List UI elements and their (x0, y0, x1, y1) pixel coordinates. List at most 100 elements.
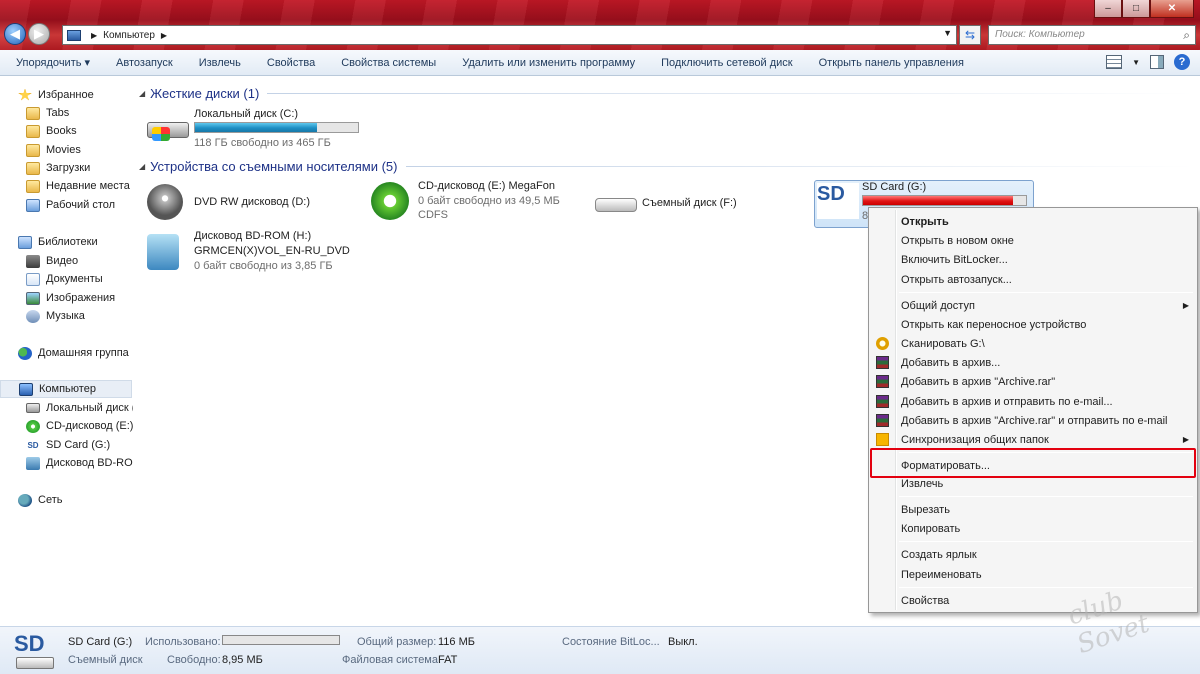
folder-icon (26, 143, 40, 157)
sidebar-item-label: Компьютер (39, 383, 96, 395)
menu-item-add-to-archive-rar-email[interactable]: Добавить в архив "Archive.rar" и отправи… (871, 411, 1195, 430)
toolbar-control-panel-button[interactable]: Открыть панель управления (806, 57, 977, 69)
details-pane: SD SD Card (G:) Съемный диск Использован… (0, 626, 1200, 674)
menu-item-scan-drive[interactable]: Сканировать G:\ (871, 334, 1195, 353)
drive-name: DVD RW дисковод (D:) (194, 196, 310, 208)
toolbar-organize-button[interactable]: Упорядочить ▾ (0, 56, 103, 69)
sidebar-item-label: Избранное (38, 89, 94, 101)
menu-item-enable-bitlocker[interactable]: Включить BitLocker... (871, 250, 1195, 269)
toolbar-eject-button[interactable]: Извлечь (186, 57, 254, 69)
preview-pane-icon[interactable] (1150, 55, 1164, 69)
menu-item-label: Открыть в новом окне (901, 234, 1014, 247)
submenu-arrow-icon: ▶ (1182, 301, 1189, 310)
drive-name: SD Card (G:) (862, 181, 927, 193)
menu-item-label: Копировать (901, 522, 961, 535)
menu-item-open-as-portable-device[interactable]: Открыть как переносное устройство (871, 315, 1195, 334)
details-free-value: 8,95 МБ (222, 654, 263, 666)
title-bar: – □ ✕ ◀ ▶ ▶ Компьютер ▶ ▼ ⇆ Поиск: Компь… (0, 0, 1200, 50)
sidebar-item-label: Домашняя группа (38, 347, 129, 359)
search-input[interactable]: Поиск: Компьютер ⌕ (988, 25, 1196, 45)
toolbar-autoplay-button[interactable]: Автозапуск (103, 57, 186, 69)
sidebar-item-label: Видео (46, 255, 79, 267)
drive-e[interactable]: CD-дисковод (E:) MegaFon 0 байт свободно… (371, 180, 591, 228)
group-divider (267, 93, 1194, 94)
details-total-label: Общий размер: (357, 636, 437, 648)
menu-item-open[interactable]: Открыть (871, 212, 1195, 231)
menu-item-label: Включить BitLocker... (901, 253, 1008, 266)
menu-item-add-to-archive-email[interactable]: Добавить в архив и отправить по e-mail..… (871, 392, 1195, 411)
menu-item-share-with[interactable]: Общий доступ ▶ (871, 296, 1195, 315)
drive-c[interactable]: Локальный диск (C:) 118 ГБ свободно из 4… (147, 108, 367, 156)
drive-d[interactable]: DVD RW дисковод (D:) (147, 180, 367, 228)
back-button[interactable]: ◀ (4, 23, 26, 45)
sidebar-item-favorites[interactable]: Избранное (18, 86, 150, 104)
menu-item-label: Извлечь (901, 477, 944, 490)
toolbar-system-properties-button[interactable]: Свойства системы (328, 57, 449, 69)
menu-item-label: Переименовать (901, 568, 982, 581)
details-type: Съемный диск (68, 654, 143, 666)
group-header-removable[interactable]: ◢ Устройства со съемными носителями (5) (139, 159, 1194, 174)
toolbar-properties-button[interactable]: Свойства (254, 57, 328, 69)
drive-free-space: 118 ГБ свободно из 465 ГБ (194, 137, 331, 149)
details-used-label: Использовано: (145, 636, 221, 648)
collapse-triangle-icon[interactable]: ◢ (139, 162, 145, 171)
menu-item-label: Синхронизация общих папок (901, 433, 1049, 446)
forward-button[interactable]: ▶ (28, 23, 50, 45)
sidebar-item-network[interactable]: Сеть (18, 491, 150, 509)
menu-item-open-autoplay[interactable]: Открыть автозапуск... (871, 270, 1195, 289)
group-header-label: Устройства со съемными носителями (5) (150, 159, 398, 174)
folder-icon (26, 106, 40, 120)
chevron-down-icon[interactable]: ▼ (1132, 58, 1140, 67)
sidebar-item-homegroup[interactable]: Домашняя группа (18, 344, 150, 362)
sidebar-item-label: SD Card (G:) (46, 439, 111, 451)
menu-item-create-shortcut[interactable]: Создать ярлык (871, 545, 1195, 564)
toolbar-uninstall-button[interactable]: Удалить или изменить программу (449, 57, 648, 69)
drive-name: Дисковод BD-ROM (H:) (194, 230, 312, 242)
drive-usage-fill (195, 123, 318, 132)
breadcrumb-computer[interactable]: Компьютер (103, 30, 155, 41)
star-icon (18, 88, 32, 101)
chevron-down-icon[interactable]: ▼ (943, 28, 952, 38)
sidebar-item-label: Movies (46, 144, 81, 156)
drive-free-space: 0 байт свободно из 49,5 МБ (418, 195, 560, 207)
sidebar-item-label: Дисковод BD-ROM (46, 457, 142, 469)
breadcrumb-separator-icon: ▶ (160, 30, 168, 40)
address-bar[interactable]: ▶ Компьютер ▶ ▼ (62, 25, 957, 45)
drive-volume-label: GRMCEN(X)VOL_EN-RU_DVD (194, 245, 350, 257)
details-usage-bar (222, 635, 340, 645)
close-button[interactable]: ✕ (1150, 0, 1194, 18)
windows-logo-icon (152, 127, 170, 141)
menu-item-sync-shared-folders[interactable]: Синхронизация общих папок ▶ (871, 430, 1195, 449)
dvd-drive-icon (147, 184, 183, 220)
menu-item-label: Вырезать (901, 503, 950, 516)
menu-item-label: Сканировать G:\ (901, 337, 985, 350)
menu-item-add-to-archive-rar[interactable]: Добавить в архив "Archive.rar" (871, 372, 1195, 391)
minimize-button[interactable]: – (1094, 0, 1122, 18)
pictures-library-icon (26, 291, 40, 305)
search-placeholder: Поиск: Компьютер (995, 29, 1085, 40)
menu-item-cut[interactable]: Вырезать (871, 500, 1195, 519)
maximize-button[interactable]: □ (1122, 0, 1150, 18)
drive-f[interactable]: Съемный диск (F:) (595, 180, 815, 228)
menu-item-copy[interactable]: Копировать (871, 519, 1195, 538)
sidebar-item-label: Books (46, 125, 77, 137)
refresh-button[interactable]: ⇆ (959, 25, 981, 45)
drive-usage-fill (863, 196, 1013, 205)
menu-item-label: Общий доступ (901, 299, 975, 312)
sidebar-item-computer[interactable]: Компьютер (0, 380, 132, 398)
menu-item-add-to-archive[interactable]: Добавить в архив... (871, 353, 1195, 372)
hard-drive-icon (147, 122, 189, 141)
menu-item-open-new-window[interactable]: Открыть в новом окне (871, 231, 1195, 250)
sidebar-item-libraries[interactable]: Библиотеки (18, 233, 150, 251)
group-header-hard-disks[interactable]: ◢ Жесткие диски (1) (139, 86, 1194, 101)
drive-h[interactable]: Дисковод BD-ROM (H:) GRMCEN(X)VOL_EN-RU_… (147, 230, 387, 278)
help-icon[interactable]: ? (1174, 54, 1190, 70)
cd-drive-icon (371, 182, 409, 220)
menu-item-label: Добавить в архив... (901, 356, 1001, 369)
search-icon[interactable]: ⌕ (1183, 28, 1190, 43)
menu-item-label: Открыть как переносное устройство (901, 318, 1087, 331)
collapse-triangle-icon[interactable]: ◢ (139, 89, 145, 98)
view-options-icon[interactable] (1106, 55, 1123, 69)
toolbar-map-network-drive-button[interactable]: Подключить сетевой диск (648, 57, 805, 69)
sidebar-item-label: Библиотеки (38, 236, 98, 248)
